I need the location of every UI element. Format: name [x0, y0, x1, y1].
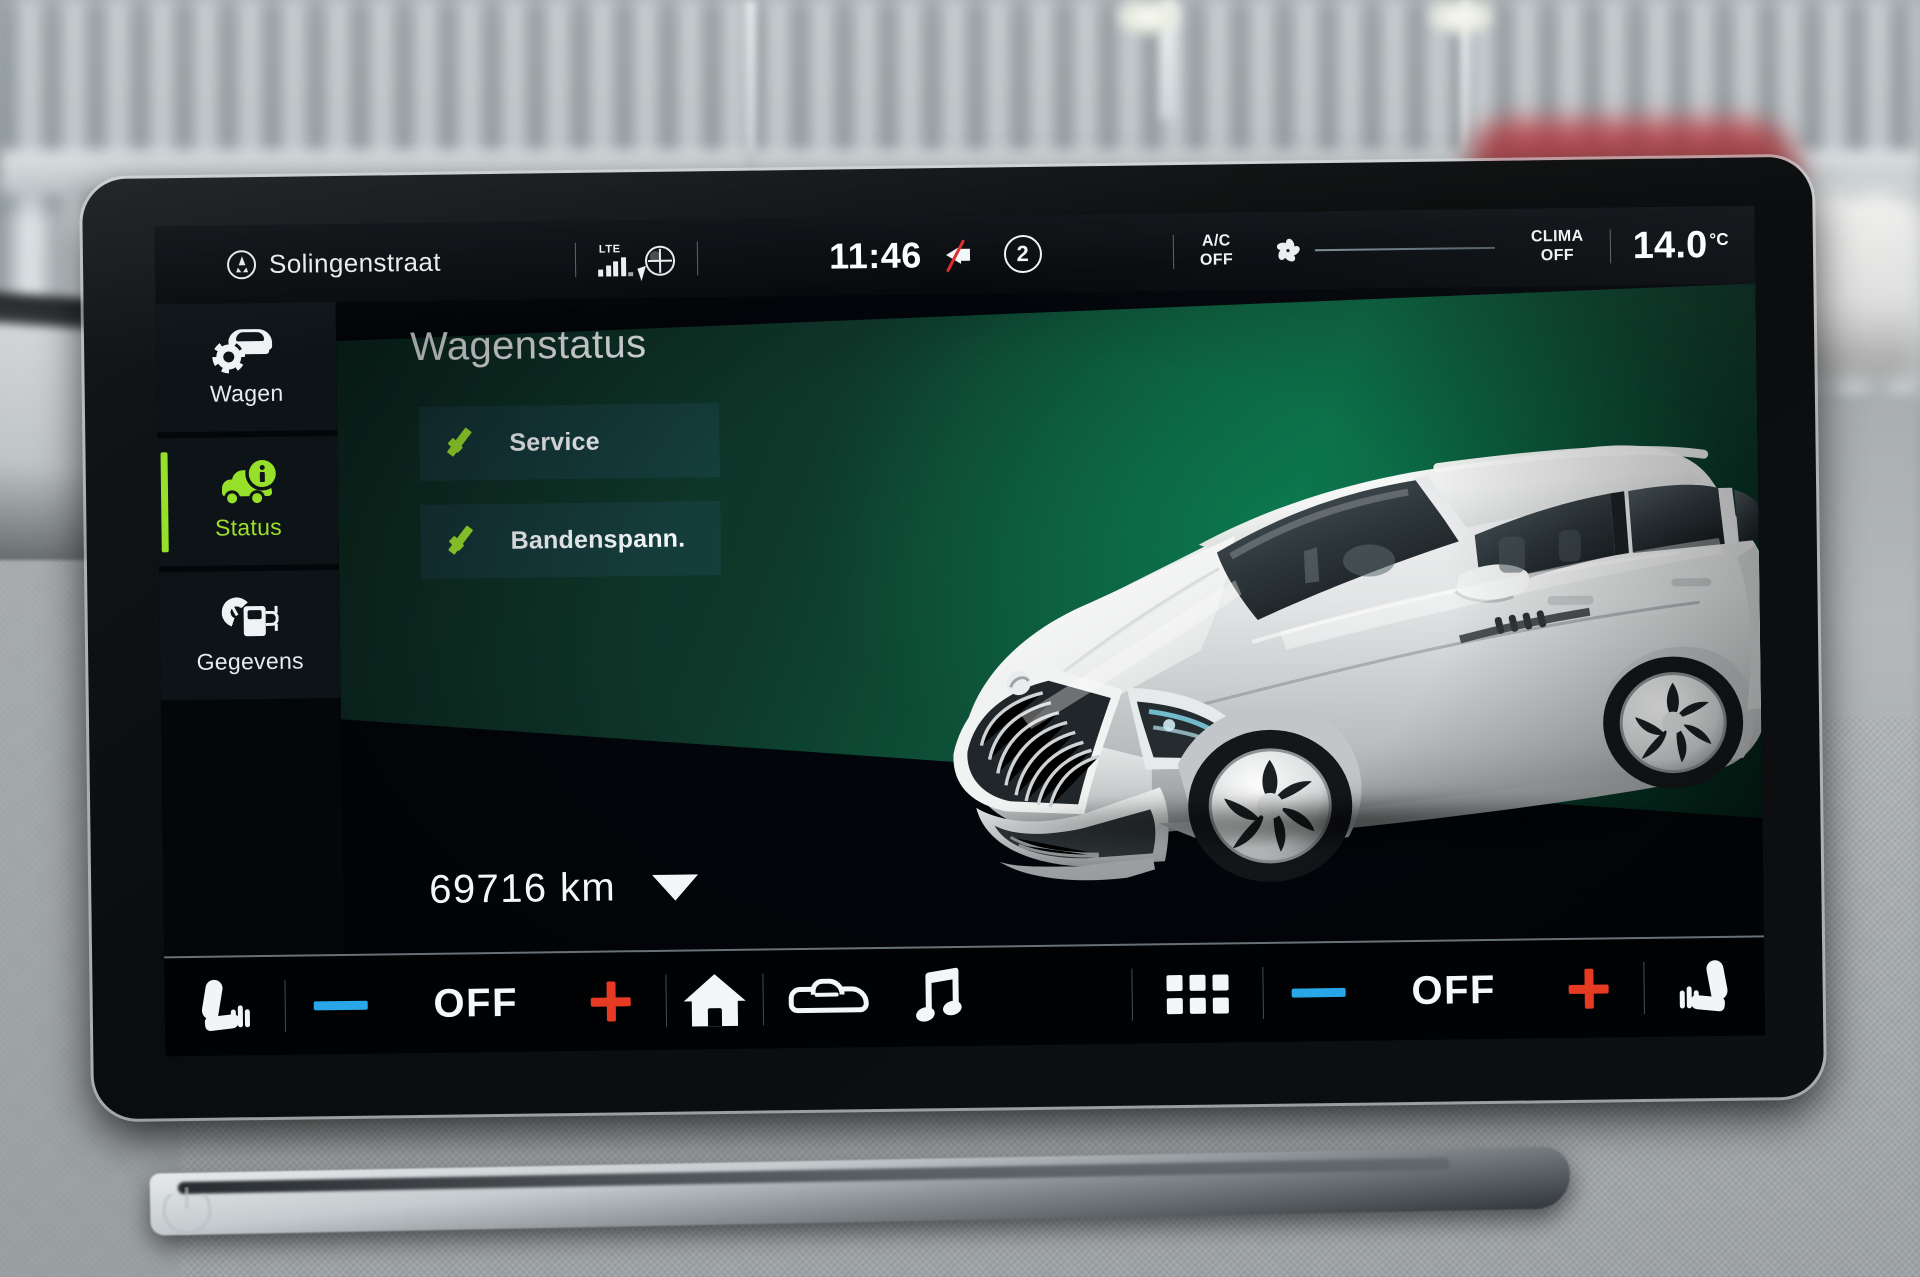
- temp-decrease-left-button[interactable]: [286, 1000, 396, 1010]
- globe-online-icon: [637, 245, 676, 281]
- driver-profile-badge[interactable]: 2: [1003, 234, 1042, 274]
- plus-icon: [1568, 968, 1609, 1009]
- fuel-charge-icon: [219, 595, 280, 640]
- active-indicator-bar: [160, 452, 169, 553]
- fan-blower-icon: [1276, 237, 1309, 264]
- temp-increase-left-button[interactable]: [555, 981, 666, 1022]
- temperature-display[interactable]: 14.0 °C: [1610, 223, 1729, 268]
- media-button[interactable]: [893, 967, 990, 1025]
- vehicle-button[interactable]: [763, 976, 894, 1022]
- sidebar-item-label: Status: [214, 513, 283, 541]
- network-type-label: LTE: [598, 242, 621, 256]
- connectivity-indicator[interactable]: LTE: [576, 242, 697, 281]
- sidebar-item-label: Gegevens: [196, 647, 305, 675]
- sidebar-nav: Wagen Status Gegevens: [155, 302, 345, 957]
- seat-heater-left-button[interactable]: [164, 978, 285, 1035]
- apps-grid-icon: [1166, 973, 1229, 1014]
- clima-label: CLIMA: [1530, 228, 1584, 246]
- content-area: Wagen Status Gegevens 69716 km: [155, 283, 1764, 957]
- infotainment-display: Solingenstraat LTE 11:46 2 A/C OFF CLIMA…: [154, 205, 1766, 1057]
- sidebar-item-gegevens[interactable]: Gegevens: [159, 570, 341, 701]
- fan-speed-slider[interactable]: [1315, 246, 1496, 252]
- bottom-toolbar: OFF OFF: [164, 935, 1766, 1057]
- vehicle-status-stage: Wagenstatus Service Bandenspann.: [335, 283, 1764, 954]
- sidebar-item-wagen[interactable]: Wagen: [155, 302, 338, 433]
- odometer-control[interactable]: 69716 km: [428, 864, 699, 913]
- music-note-icon: [914, 967, 967, 1025]
- navigation-compass-icon: [226, 249, 257, 279]
- climate-quick-controls: A/C OFF CLIMA OFF 14.0 °C: [1174, 223, 1756, 274]
- plus-icon: [590, 981, 631, 1022]
- temp-decrease-right-button[interactable]: [1264, 987, 1374, 998]
- odometer-value: 69716 km: [428, 865, 617, 912]
- apps-button[interactable]: [1132, 973, 1262, 1014]
- ac-toggle-button[interactable]: A/C OFF: [1174, 232, 1260, 270]
- chevron-down-icon[interactable]: [651, 873, 699, 901]
- ac-label: A/C: [1201, 232, 1231, 251]
- stage-vignette: [335, 283, 1764, 954]
- street-name-label: Solingenstraat: [268, 246, 442, 279]
- seat-heater-left-icon: [191, 978, 258, 1034]
- seat-heater-right-icon: [1671, 958, 1738, 1015]
- sidebar-item-status[interactable]: Status: [157, 436, 339, 567]
- sidebar-item-label: Wagen: [209, 379, 284, 407]
- ac-state: OFF: [1199, 251, 1234, 269]
- right-temp-value[interactable]: OFF: [1373, 967, 1534, 1014]
- clima-state: OFF: [1540, 246, 1575, 265]
- car-settings-icon: [216, 327, 277, 372]
- temperature-value: 14.0: [1632, 223, 1708, 267]
- car-outline-icon: [788, 976, 869, 1021]
- navigation-destination[interactable]: Solingenstraat: [155, 244, 575, 280]
- left-temp-value[interactable]: OFF: [395, 980, 556, 1027]
- minus-icon: [1291, 987, 1346, 998]
- background-lamp-head: [1118, 0, 1180, 34]
- status-bar-center: 11:46 2: [698, 231, 1173, 279]
- infotainment-screen-housing: Solingenstraat LTE 11:46 2 A/C OFF CLIMA…: [81, 156, 1825, 1120]
- temperature-unit: °C: [1709, 229, 1729, 249]
- minus-icon: [313, 1000, 368, 1010]
- signal-bars-icon: [598, 256, 634, 277]
- power-button-icon[interactable]: [162, 1185, 213, 1236]
- fan-speed-control[interactable]: [1259, 235, 1505, 264]
- clock-label: 11:46: [828, 234, 922, 277]
- home-icon: [683, 973, 746, 1027]
- temp-increase-right-button[interactable]: [1533, 968, 1644, 1009]
- clima-toggle-button[interactable]: CLIMA OFF: [1505, 228, 1610, 266]
- home-button[interactable]: [666, 973, 763, 1027]
- car-info-icon: [218, 459, 279, 506]
- speaker-muted-icon[interactable]: [945, 239, 980, 273]
- seat-heater-right-button[interactable]: [1644, 958, 1765, 1015]
- background-lamp-head: [1430, 0, 1492, 34]
